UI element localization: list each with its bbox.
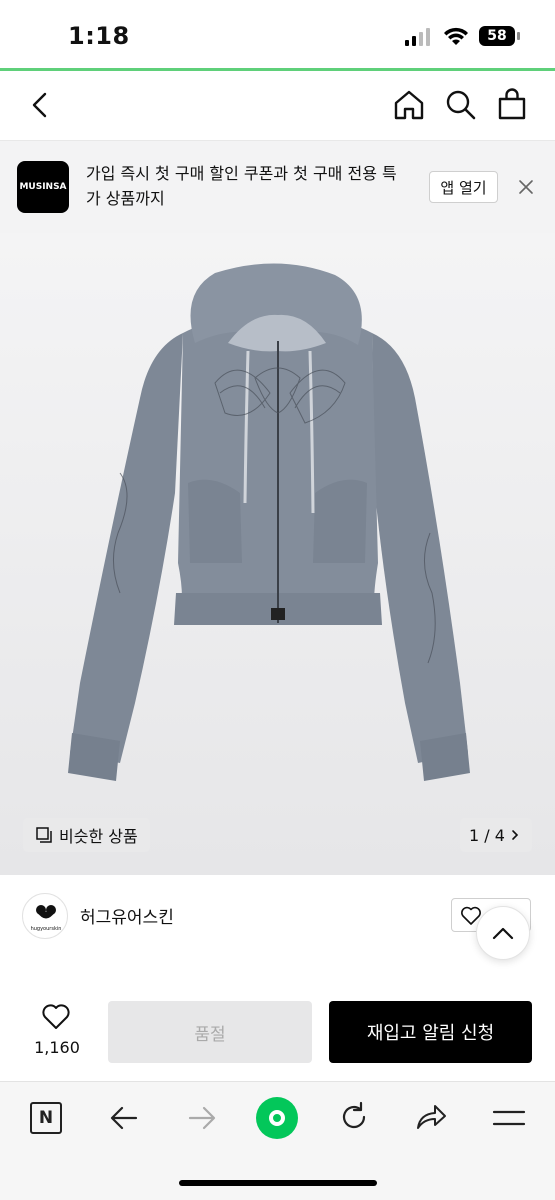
battery-level: 58	[487, 28, 507, 44]
home-icon[interactable]	[393, 89, 425, 121]
chevron-left-icon[interactable]	[28, 91, 52, 119]
image-counter-label: 1 / 4	[469, 825, 505, 845]
shopping-bag-icon[interactable]	[497, 88, 527, 120]
restock-alert-button[interactable]: 재입고 알림 신청	[329, 1001, 532, 1063]
top-navigation	[0, 71, 555, 141]
cellular-signal-icon	[405, 28, 430, 46]
naver-tab-icon[interactable]: N	[30, 1102, 62, 1134]
status-time: 1:18	[68, 22, 130, 50]
share-icon[interactable]	[415, 1102, 447, 1132]
search-icon[interactable]	[445, 89, 477, 121]
brand-logo-mark	[36, 905, 56, 919]
forward-arrow-icon[interactable]	[187, 1104, 217, 1132]
product-image-carousel[interactable]: 비슷한 상품 1 / 4	[0, 233, 555, 875]
open-app-button[interactable]: 앱 열기	[429, 171, 498, 203]
status-bar: 1:18 58	[0, 0, 555, 70]
like-count: 1,160	[34, 1038, 80, 1057]
like-heart-icon[interactable]	[41, 1003, 71, 1031]
close-icon[interactable]	[518, 179, 534, 195]
menu-icon[interactable]	[492, 1108, 526, 1128]
chevron-up-icon	[492, 927, 514, 940]
similar-products-label: 비슷한 상품	[59, 827, 138, 846]
chevron-right-icon	[512, 830, 519, 840]
image-counter[interactable]: 1 / 4	[460, 818, 532, 852]
scroll-to-top-button[interactable]	[476, 906, 530, 960]
similar-products-button[interactable]: 비슷한 상품	[23, 818, 150, 852]
naver-green-dot-button[interactable]	[256, 1097, 298, 1139]
brand-name[interactable]: 허그유어스킨	[80, 903, 174, 928]
green-dot-icon	[269, 1110, 285, 1126]
brand-logo[interactable]: hugyourskin	[22, 893, 68, 939]
battery-icon: 58	[479, 26, 515, 46]
banner-message: 가입 즉시 첫 구매 할인 쿠폰과 첫 구매 전용 특가 상품까지	[86, 164, 397, 208]
soldout-button[interactable]: 품절	[108, 1001, 312, 1063]
battery-tip	[517, 32, 520, 40]
brand-logo-text: hugyourskin	[30, 926, 62, 932]
product-hoodie-image	[0, 233, 555, 875]
musinsa-logo: MUSINSA	[17, 161, 69, 213]
wifi-icon	[444, 27, 468, 45]
home-indicator	[179, 1180, 377, 1186]
back-arrow-icon[interactable]	[109, 1104, 139, 1132]
musinsa-logo-text: MUSINSA	[19, 182, 67, 192]
app-install-banner: MUSINSA 가입 즉시 첫 구매 할인 쿠폰과 첫 구매 전용 특가 상품까…	[0, 141, 555, 233]
similar-products-icon	[36, 827, 52, 843]
refresh-icon[interactable]	[338, 1101, 370, 1133]
